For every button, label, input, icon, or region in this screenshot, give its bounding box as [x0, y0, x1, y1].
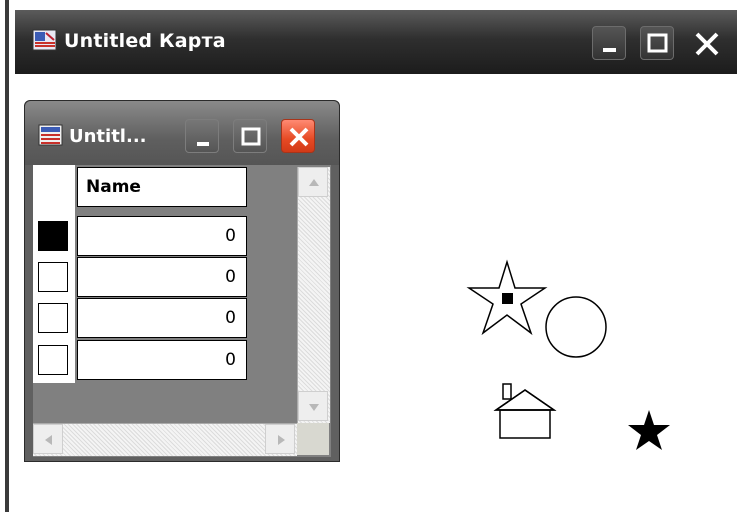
table-cell[interactable]: 0	[77, 340, 247, 380]
main-minimize-button[interactable]	[592, 26, 626, 60]
left-edge	[0, 0, 9, 512]
scroll-up-button[interactable]	[298, 167, 328, 197]
table-app-icon	[38, 123, 64, 147]
vertical-scrollbar[interactable]	[297, 167, 330, 423]
arrow-up-icon	[309, 179, 319, 186]
cell-value: 0	[225, 308, 236, 328]
row-select-box[interactable]	[38, 221, 68, 251]
arrow-right-icon	[278, 435, 285, 445]
table-window: Untitl... Name 0 0 0 0	[24, 100, 340, 462]
close-icon	[289, 127, 309, 147]
close-icon	[695, 32, 719, 56]
table-cell[interactable]: 0	[77, 257, 247, 297]
column-header-label: Name	[86, 177, 141, 197]
table-window-title: Untitl...	[69, 126, 147, 147]
main-close-button[interactable]	[689, 26, 723, 60]
cell-value: 0	[225, 350, 236, 370]
row-select-box[interactable]	[38, 262, 68, 292]
main-titlebar[interactable]: Untitled Карта	[15, 10, 737, 74]
row-select-box[interactable]	[38, 303, 68, 333]
minimize-icon	[197, 142, 209, 146]
row-select-box[interactable]	[38, 345, 68, 375]
maximize-icon	[241, 127, 261, 146]
column-header-name[interactable]: Name	[77, 167, 247, 207]
table-cell[interactable]: 0	[77, 298, 247, 338]
horizontal-scrollbar[interactable]	[33, 423, 297, 456]
cell-value: 0	[225, 267, 236, 287]
table-close-button[interactable]	[281, 119, 315, 153]
scroll-left-button[interactable]	[33, 424, 63, 454]
minimize-icon	[603, 48, 616, 52]
table-cell[interactable]: 0	[77, 216, 247, 256]
table-grid: Name 0 0 0 0	[33, 165, 331, 457]
main-window-title: Untitled Карта	[64, 30, 226, 52]
maximize-icon	[647, 33, 668, 53]
scrollbar-corner	[297, 423, 329, 455]
table-window-titlebar[interactable]: Untitl...	[25, 101, 339, 165]
window-edge	[5, 0, 9, 512]
table-maximize-button[interactable]	[233, 119, 267, 153]
map-app-icon	[32, 28, 58, 52]
cell-value: 0	[225, 226, 236, 246]
row-header-column	[33, 165, 75, 383]
arrow-down-icon	[309, 404, 319, 411]
scroll-down-button[interactable]	[298, 391, 328, 421]
main-maximize-button[interactable]	[640, 26, 674, 60]
table-minimize-button[interactable]	[185, 119, 219, 153]
arrow-left-icon	[45, 435, 52, 445]
scroll-right-button[interactable]	[265, 424, 295, 454]
